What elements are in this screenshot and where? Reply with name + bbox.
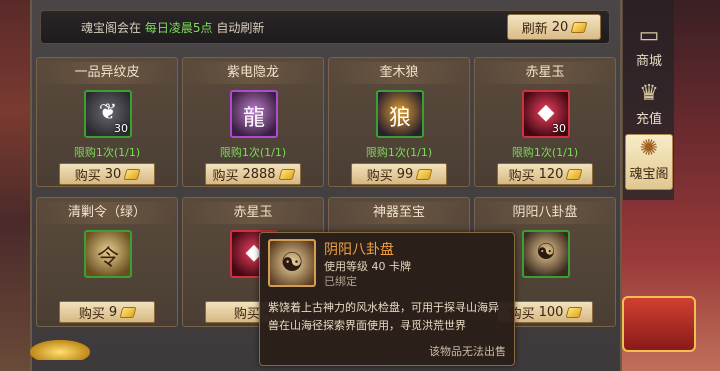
nav-label: 魂宝阁 bbox=[629, 167, 669, 182]
item-qty: 30 bbox=[552, 122, 566, 135]
buy-label: 购买 bbox=[366, 168, 393, 184]
shop-item-card[interactable]: 赤星玉 ◆ 30 限购1次(1/1) 购买 120 bbox=[474, 57, 616, 187]
notice-prefix: 魂宝阁会在 bbox=[81, 21, 142, 35]
gold-ingot-icon bbox=[415, 168, 433, 180]
buy-button[interactable]: 购买 120 bbox=[497, 163, 593, 185]
item-name: 奎木狼 bbox=[329, 62, 469, 84]
gold-ingot-icon bbox=[565, 306, 583, 318]
notice-suffix: 自动刷新 bbox=[216, 21, 265, 35]
mall-icon: ▭ bbox=[638, 23, 660, 48]
refresh-notice: 魂宝阁会在 每日凌晨5点 自动刷新 bbox=[81, 19, 264, 36]
buy-label: 购买 bbox=[74, 168, 101, 184]
gold-ingot-icon bbox=[570, 21, 588, 33]
price: 100 bbox=[538, 304, 564, 320]
crown-icon: ♛ bbox=[639, 81, 659, 106]
item-name: 一品异纹皮 bbox=[37, 62, 177, 84]
gold-ingot-icon bbox=[565, 168, 583, 180]
item-name: 赤星玉 bbox=[183, 202, 323, 224]
wolf-icon[interactable]: 狼 bbox=[376, 90, 424, 138]
price: 99 bbox=[396, 166, 414, 182]
item-name: 赤星玉 bbox=[475, 62, 615, 84]
purchase-limit: 限购1次(1/1) bbox=[511, 146, 579, 159]
nav-item-recharge[interactable]: ♛ 充值 bbox=[625, 80, 673, 136]
dragon-icon[interactable]: 龍 bbox=[230, 90, 278, 138]
refresh-label: 刷新 bbox=[521, 21, 548, 37]
nav-item-mall[interactable]: ▭ 商城 bbox=[625, 22, 673, 78]
treasure-chest-icon[interactable] bbox=[622, 296, 696, 352]
bagua-icon[interactable]: ☯ bbox=[522, 230, 570, 278]
gold-ingot-icon bbox=[278, 168, 296, 180]
shop-item-card[interactable]: 清剿令（绿） 令 购买 9 bbox=[36, 197, 178, 327]
nav-label: 商城 bbox=[635, 54, 662, 69]
buy-label: 购买 bbox=[78, 306, 105, 322]
purchase-limit: 限购1次(1/1) bbox=[219, 146, 287, 159]
nav-label: 充值 bbox=[635, 112, 662, 127]
buy-button[interactable]: 购买 2888 bbox=[205, 163, 301, 185]
shop-item-card[interactable]: 紫电隐龙 龍 限购1次(1/1) 购买 2888 bbox=[182, 57, 324, 187]
refresh-button[interactable]: 刷新 20 bbox=[507, 14, 601, 40]
notice-bar: 魂宝阁会在 每日凌晨5点 自动刷新 刷新 20 bbox=[40, 10, 610, 44]
item-name: 阴阳八卦盘 bbox=[475, 202, 615, 224]
gold-ingot-icon bbox=[119, 306, 137, 318]
notice-highlight: 每日凌晨5点 bbox=[144, 21, 213, 35]
bagua-icon: ☯ bbox=[268, 239, 316, 287]
shop-item-card[interactable]: 一品异纹皮 ❦ 30 限购1次(1/1) 购买 30 bbox=[36, 57, 178, 187]
buy-label: 购买 bbox=[508, 168, 535, 184]
price: 2888 bbox=[242, 166, 276, 182]
item-name: 神器至宝 bbox=[329, 202, 469, 224]
refresh-cost: 20 bbox=[551, 19, 569, 35]
tooltip-level: 使用等级 40 卡牌 bbox=[324, 260, 411, 273]
tooltip-footer: 该物品无法出售 bbox=[429, 345, 506, 358]
price: 120 bbox=[538, 166, 564, 182]
buy-button[interactable]: 购买 30 bbox=[59, 163, 155, 185]
purchase-limit: 限购1次(1/1) bbox=[73, 146, 141, 159]
scroll-icon[interactable]: 令 bbox=[84, 230, 132, 278]
buy-label: 购买 bbox=[212, 168, 239, 184]
nav-item-soul-treasure[interactable]: ✺ 魂宝阁 bbox=[625, 134, 673, 190]
purchase-limit: 限购1次(1/1) bbox=[365, 146, 433, 159]
fur-icon[interactable]: ❦ 30 bbox=[84, 90, 132, 138]
red-gem-icon[interactable]: ◆ 30 bbox=[522, 90, 570, 138]
price: 9 bbox=[108, 304, 118, 320]
buy-button[interactable]: 购买 99 bbox=[351, 163, 447, 185]
item-tooltip: ☯ 阴阳八卦盘 使用等级 40 卡牌 已绑定 紫饶着上古神力的风水检盘，可用于探… bbox=[259, 232, 515, 366]
lotus-icon: ✺ bbox=[639, 136, 659, 161]
item-qty: 30 bbox=[114, 122, 128, 135]
tooltip-bound-status: 已绑定 bbox=[324, 275, 357, 288]
tooltip-description: 紫饶着上古神力的风水检盘，可用于探寻山海异兽在山海径探索界面使用，寻觅洪荒世界 bbox=[268, 301, 499, 332]
price: 30 bbox=[104, 166, 122, 182]
item-name: 清剿令（绿） bbox=[37, 202, 177, 224]
item-name: 紫电隐龙 bbox=[183, 62, 323, 84]
shop-item-card[interactable]: 奎木狼 狼 限购1次(1/1) 购买 99 bbox=[328, 57, 470, 187]
tooltip-item-name: 阴阳八卦盘 bbox=[324, 242, 394, 258]
buy-button[interactable]: 购买 9 bbox=[59, 301, 155, 323]
gold-ingot-icon bbox=[123, 168, 141, 180]
side-navigation: ▭ 商城 ♛ 充值 ✺ 魂宝阁 bbox=[622, 0, 674, 200]
buy-label: 购买 bbox=[233, 306, 260, 322]
